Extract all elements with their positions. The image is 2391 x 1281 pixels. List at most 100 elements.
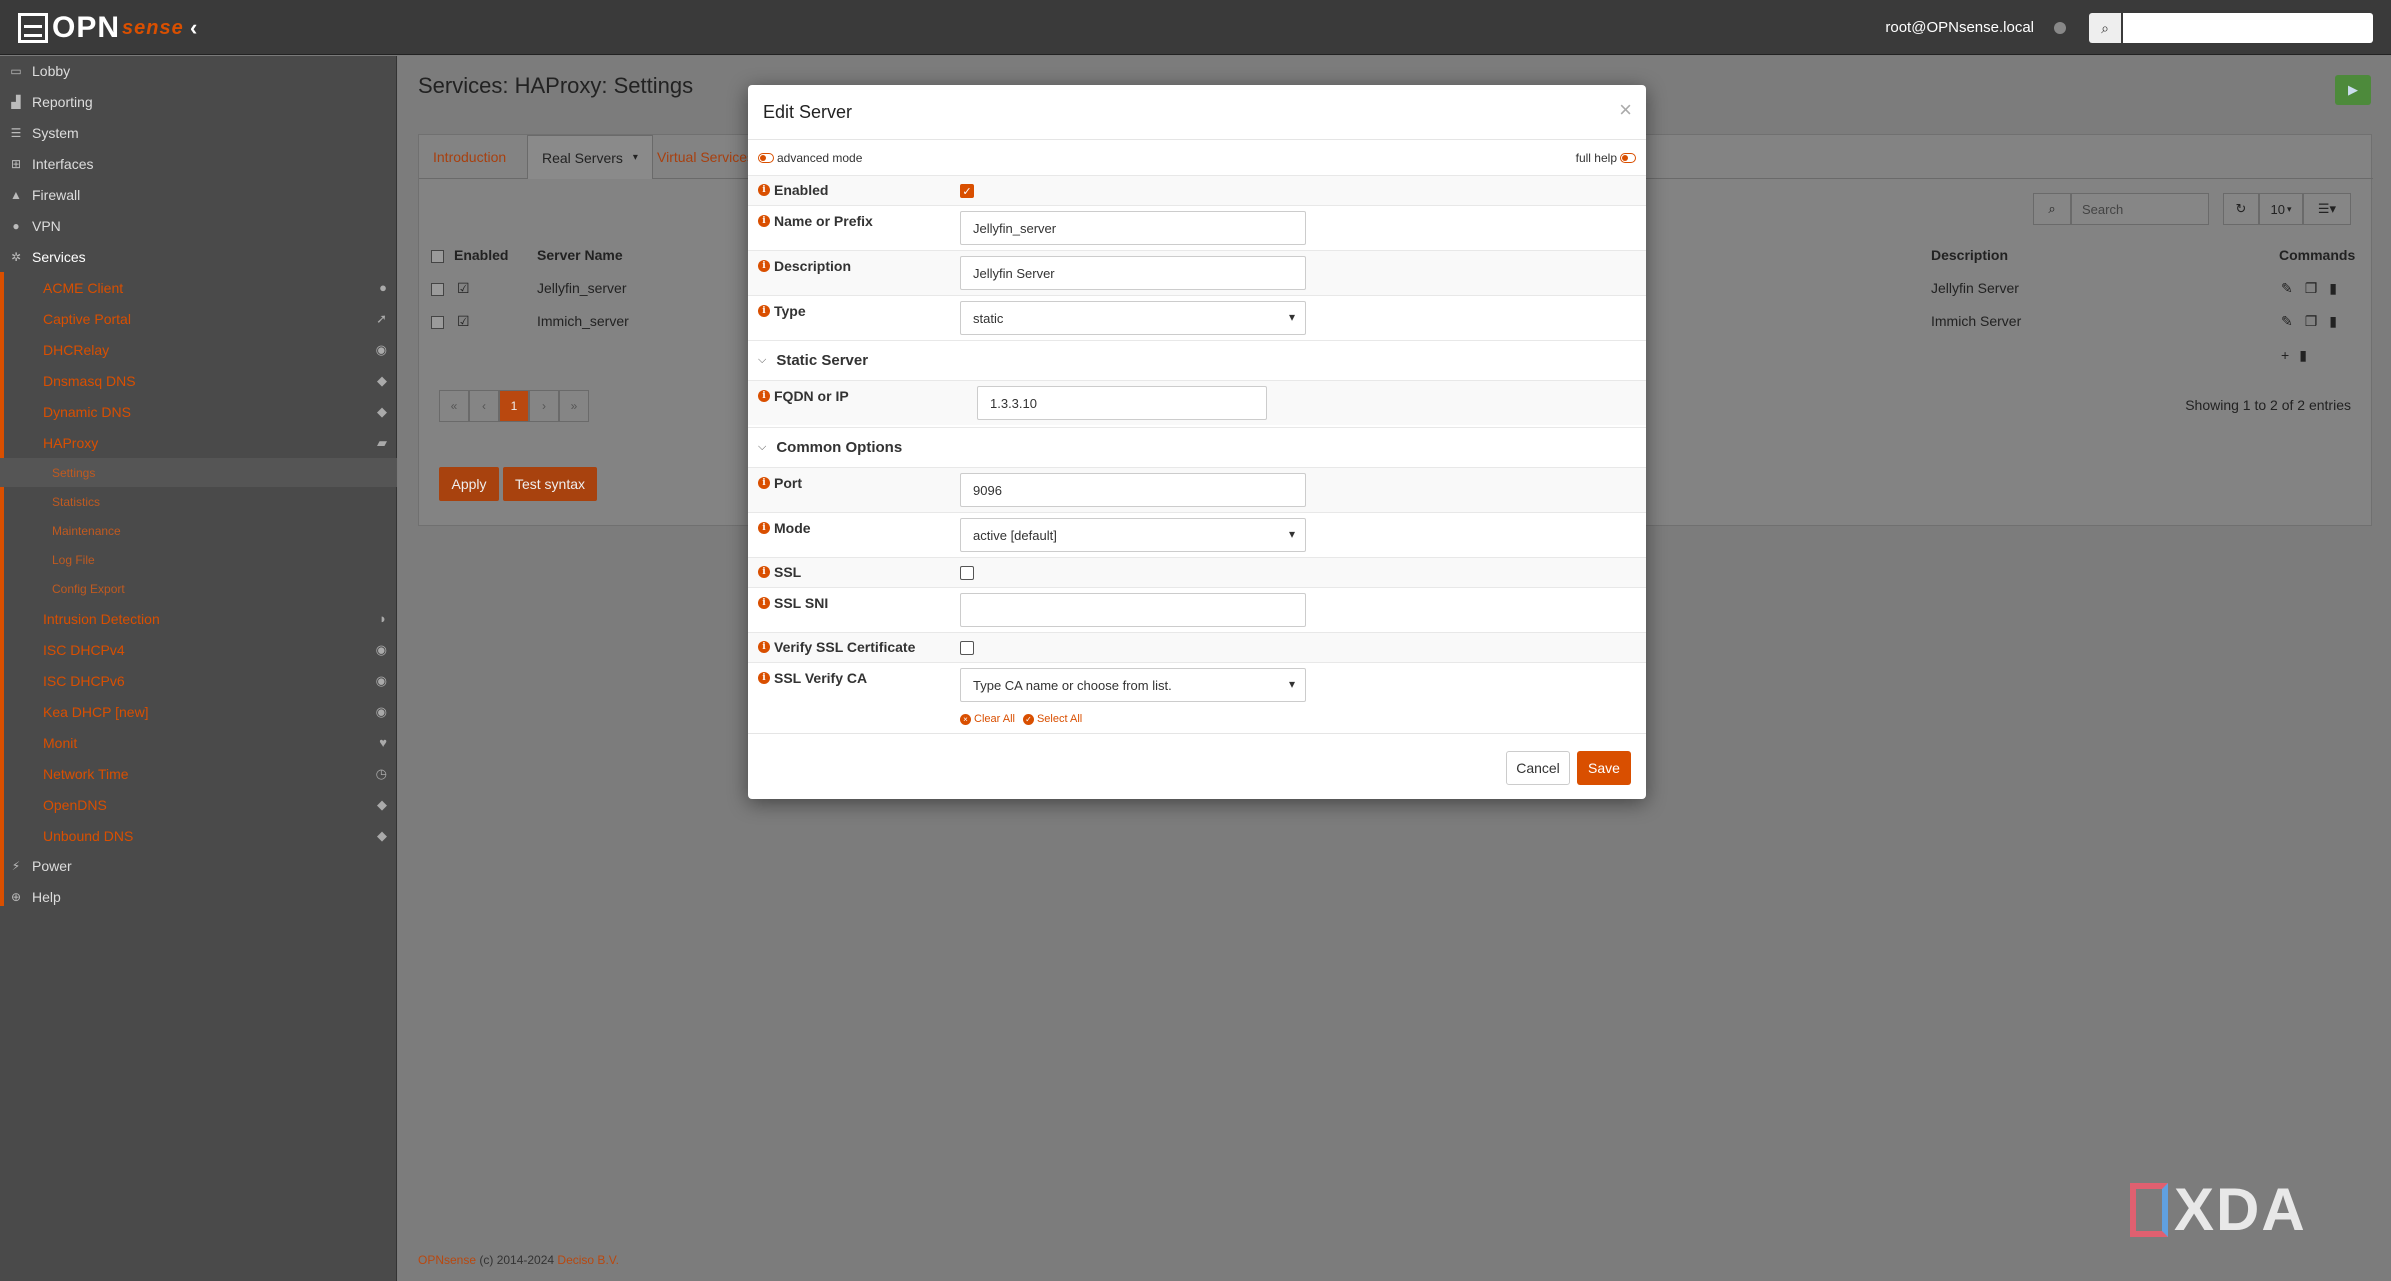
edit-icon[interactable]: ✎ [2281, 280, 2305, 296]
user-label[interactable]: root@OPNsense.local [1885, 19, 2034, 36]
trash-icon[interactable]: ▮ [2329, 280, 2349, 296]
info-icon[interactable]: i [758, 260, 770, 272]
trash-icon[interactable]: ▮ [2329, 313, 2349, 329]
info-icon[interactable]: i [758, 672, 770, 684]
sidebar-item-kea-dhcp[interactable]: Kea DHCP [new] ◉ [0, 696, 397, 727]
sidebar-item-system[interactable]: ☰ System [0, 118, 397, 148]
add-icon[interactable]: + [2281, 347, 2299, 363]
verify-ssl-checkbox[interactable] [960, 641, 974, 655]
sidebar-item-dhcrelay[interactable]: DHCRelay ◉ [0, 334, 397, 365]
refresh-icon[interactable]: ↻ [2223, 193, 2259, 225]
columns-icon[interactable]: ☰▾ [2303, 193, 2351, 225]
sidebar-item-opendns[interactable]: OpenDNS ◆ [0, 789, 397, 820]
ssl-sni-input[interactable] [960, 593, 1306, 627]
enabled-check-icon[interactable]: ☑ [457, 280, 470, 297]
info-icon[interactable]: i [758, 641, 770, 653]
mode-select[interactable]: active [default] [960, 518, 1306, 552]
sidebar-item-label: Network Time [43, 765, 129, 782]
type-select[interactable]: static [960, 301, 1306, 335]
pager-prev[interactable]: ‹ [469, 390, 499, 422]
column-server-name[interactable]: Server Name [537, 247, 623, 263]
apply-button[interactable]: Apply [439, 467, 499, 501]
sidebar: ▭ Lobby ▟ Reporting ☰ System ⊞ Interfaces ▲ F… [0, 56, 397, 1281]
save-button[interactable]: Save [1577, 751, 1631, 785]
sidebar-item-vpn[interactable]: ● VPN [0, 211, 397, 241]
full-help-toggle[interactable]: full help [1576, 151, 1636, 165]
static-server-section[interactable]: ⌵ Static Server [748, 340, 1646, 380]
tab-real-servers[interactable]: Real Servers ▾ [527, 135, 653, 179]
clear-all-link[interactable]: Clear All [974, 713, 1015, 725]
row-checkbox[interactable] [431, 316, 444, 329]
sidebar-item-monit[interactable]: Monit ♥ [0, 727, 397, 758]
sidebar-item-power[interactable]: ⚡ Power [0, 851, 397, 881]
pager-last[interactable]: » [559, 390, 589, 422]
trash-icon[interactable]: ▮ [2299, 347, 2317, 363]
bullseye-icon: ◉ [375, 703, 387, 719]
sidebar-item-network-time[interactable]: Network Time ◷ [0, 758, 397, 789]
info-icon[interactable]: i [758, 390, 770, 402]
cancel-button[interactable]: Cancel [1506, 751, 1570, 785]
pager-first[interactable]: « [439, 390, 469, 422]
sidebar-item-haproxy-settings[interactable]: Settings [0, 458, 397, 487]
play-icon[interactable]: ▶ [2335, 75, 2371, 105]
global-search-input[interactable] [2123, 13, 2373, 43]
sidebar-item-interfaces[interactable]: ⊞ Interfaces [0, 149, 397, 179]
column-description[interactable]: Description [1931, 247, 2008, 263]
sidebar-item-reporting[interactable]: ▟ Reporting [0, 87, 397, 117]
sidebar-item-services[interactable]: ✲ Services [0, 242, 397, 272]
pager-next[interactable]: › [529, 390, 559, 422]
edit-icon[interactable]: ✎ [2281, 313, 2305, 329]
sidebar-item-haproxy-log-file[interactable]: Log File [0, 545, 397, 574]
info-icon[interactable]: i [758, 477, 770, 489]
info-icon[interactable]: i [758, 597, 770, 609]
advanced-mode-toggle[interactable]: advanced mode [758, 151, 862, 165]
sidebar-item-haproxy[interactable]: HAProxy ▰ [0, 427, 397, 458]
select-all-checkbox[interactable] [431, 250, 444, 263]
sidebar-item-firewall[interactable]: ▲ Firewall [0, 180, 397, 210]
common-options-section[interactable]: ⌵ Common Options [748, 427, 1646, 467]
ssl-verify-ca-select[interactable]: Type CA name or choose from list. [960, 668, 1306, 702]
footer-brand-link[interactable]: OPNsense [418, 1253, 476, 1267]
enabled-checkbox[interactable]: ✓ [960, 184, 974, 198]
sidebar-item-acme-client[interactable]: ACME Client ● [0, 272, 397, 303]
close-icon[interactable]: × [1619, 97, 1632, 123]
info-icon[interactable]: i [758, 184, 770, 196]
sidebar-item-unbound-dns[interactable]: Unbound DNS ◆ [0, 820, 397, 851]
search-icon[interactable]: ⌕ [2089, 13, 2121, 43]
sidebar-item-isc-dhcpv6[interactable]: ISC DHCPv6 ◉ [0, 665, 397, 696]
info-icon[interactable]: i [758, 215, 770, 227]
fqdn-input[interactable]: 1.3.3.10 [977, 386, 1267, 420]
info-icon[interactable]: i [758, 305, 770, 317]
tab-introduction[interactable]: Introduction [419, 135, 520, 179]
table-search-input[interactable]: Search [2071, 193, 2209, 225]
name-input[interactable]: Jellyfin_server [960, 211, 1306, 245]
enabled-check-icon[interactable]: ☑ [457, 313, 470, 330]
select-all-link[interactable]: Select All [1037, 713, 1082, 725]
sidebar-item-haproxy-config-export[interactable]: Config Export [0, 574, 397, 603]
sidebar-item-help[interactable]: ⊕ Help [0, 882, 397, 912]
test-syntax-button[interactable]: Test syntax [503, 467, 597, 501]
form-row-ssl-sni: i SSL SNI [748, 587, 1646, 632]
sidebar-item-dnsmasq-dns[interactable]: Dnsmasq DNS ◆ [0, 365, 397, 396]
sidebar-item-haproxy-statistics[interactable]: Statistics [0, 487, 397, 516]
column-enabled[interactable]: Enabled [454, 247, 508, 263]
page-size-select[interactable]: 10 ▾ [2259, 193, 2303, 225]
sidebar-item-captive-portal[interactable]: Captive Portal ➚ [0, 303, 397, 334]
copy-icon[interactable]: ❐ [2305, 313, 2330, 329]
info-icon[interactable]: i [758, 522, 770, 534]
info-icon[interactable]: i [758, 566, 770, 578]
sidebar-item-intrusion-detection[interactable]: Intrusion Detection ◗ [0, 603, 397, 634]
ssl-checkbox[interactable] [960, 566, 974, 580]
copy-icon[interactable]: ❐ [2305, 280, 2330, 296]
port-input[interactable]: 9096 [960, 473, 1306, 507]
sidebar-item-lobby[interactable]: ▭ Lobby [0, 56, 397, 86]
pager-page[interactable]: 1 [499, 390, 529, 422]
sidebar-item-dynamic-dns[interactable]: Dynamic DNS ◆ [0, 396, 397, 427]
opnsense-logo[interactable]: OPN sense [18, 11, 184, 44]
description-input[interactable]: Jellyfin Server [960, 256, 1306, 290]
footer-company-link[interactable]: Deciso B.V. [557, 1253, 619, 1267]
sidebar-item-isc-dhcpv4[interactable]: ISC DHCPv4 ◉ [0, 634, 397, 665]
sidebar-item-haproxy-maintenance[interactable]: Maintenance [0, 516, 397, 545]
chevron-left-icon[interactable]: ‹ [190, 15, 197, 41]
row-checkbox[interactable] [431, 283, 444, 296]
